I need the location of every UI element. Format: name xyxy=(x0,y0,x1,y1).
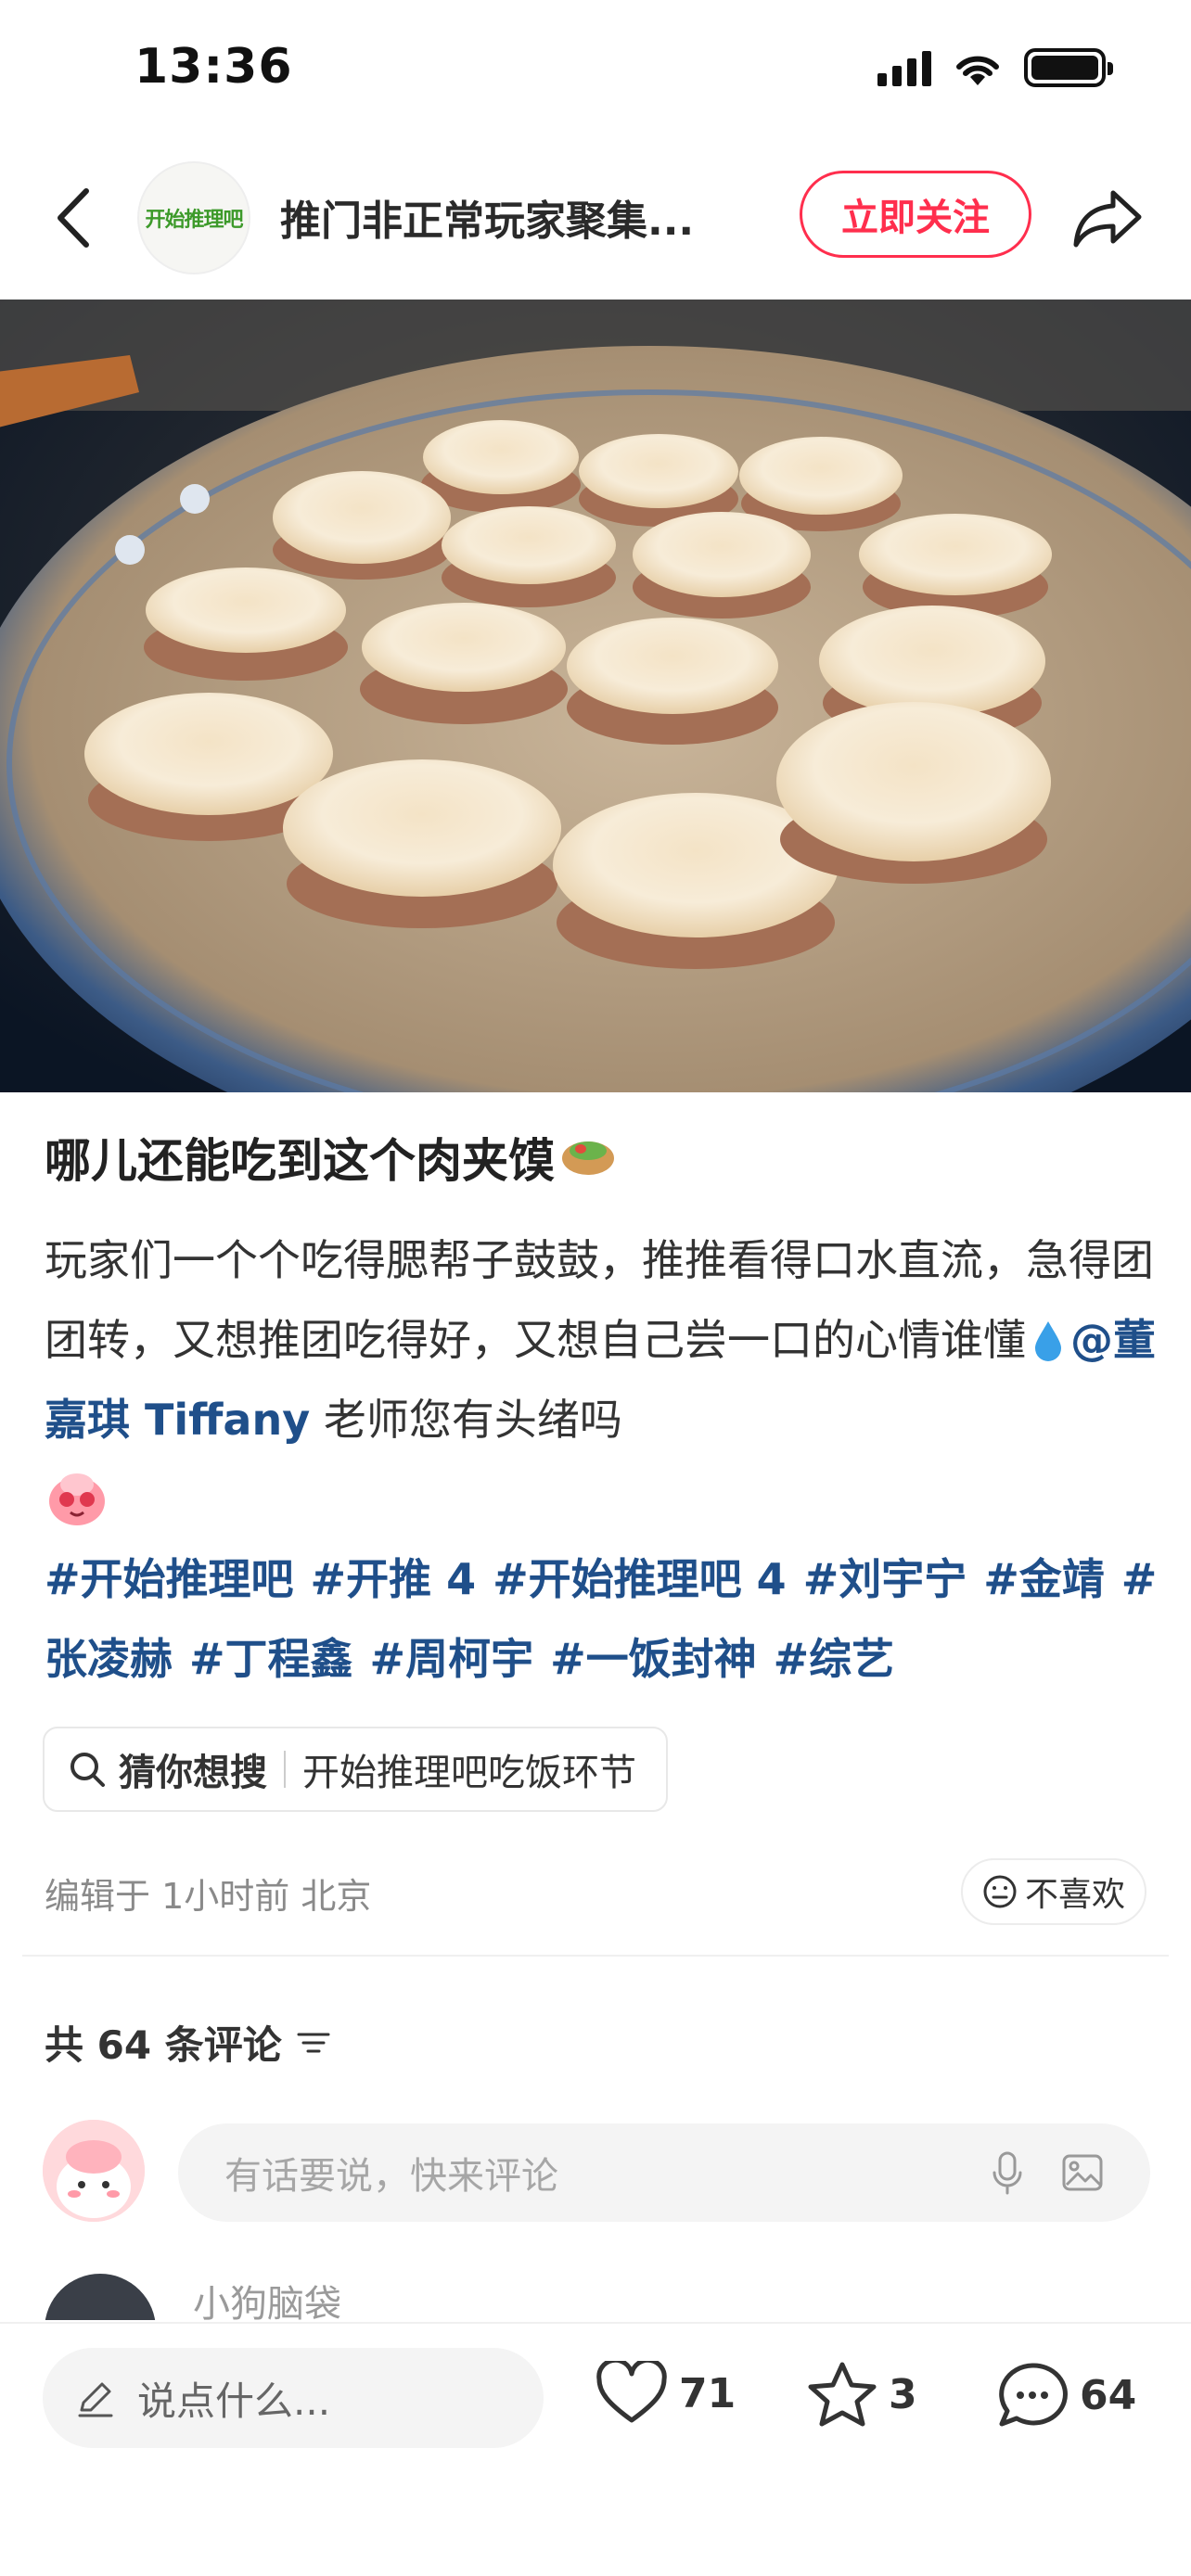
collect-button[interactable]: 3 xyxy=(807,2361,917,2428)
hashtag[interactable]: #刘宇宁 xyxy=(803,1554,967,1604)
post-title-text: 哪儿还能吃到这个肉夹馍 xyxy=(45,1134,555,1188)
channel-logo-text: 开始推理吧 xyxy=(145,209,243,232)
search-suggestion-label: 猜你想搜 xyxy=(119,1752,267,1794)
collect-count: 3 xyxy=(889,2370,917,2418)
search-suggestion-chip[interactable]: 猜你想搜 开始推理吧吃饭环节 xyxy=(43,1727,668,1812)
hashtag[interactable]: #金靖 xyxy=(983,1554,1105,1604)
like-count: 71 xyxy=(679,2369,736,2417)
cartoon-avatar-icon xyxy=(43,2120,145,2222)
food-photo xyxy=(0,300,1191,1092)
post-image[interactable] xyxy=(0,300,1191,1092)
hashtag[interactable]: #一饭封神 xyxy=(550,1634,757,1684)
post-body-tail: 老师您有头绪吗 xyxy=(310,1395,622,1445)
pencil-icon xyxy=(78,2382,113,2417)
follow-button[interactable]: 立即关注 xyxy=(800,171,1031,258)
drooling-face-icon xyxy=(45,1473,109,1525)
post-body-text: 玩家们一个个吃得腮帮子鼓鼓，推推看得口水直流，急得团团转，又想推团吃得好，又想自… xyxy=(45,1235,1154,1365)
image-icon[interactable] xyxy=(1061,2153,1104,2192)
hashtag[interactable]: #周柯宇 xyxy=(370,1634,534,1684)
search-icon xyxy=(70,1753,105,1787)
hashtag-list: #开始推理吧 #开推 4 #开始推理吧 4 #刘宇宁 #金靖 #张凌赫 #丁程鑫 #周柯宇 #一… xyxy=(45,1539,1158,1699)
chevron-left-icon xyxy=(58,188,89,248)
microphone-icon[interactable] xyxy=(991,2150,1024,2195)
comment-input-placeholder: 有话要说，快来评论 xyxy=(224,2155,558,2198)
comment-input[interactable]: 有话要说，快来评论 xyxy=(178,2123,1150,2222)
comments-count-label: 共 64 条评论 xyxy=(45,2022,282,2068)
post-body: 玩家们一个个吃得腮帮子鼓鼓，推推看得口水直流，急得团团转，又想推团吃得好，又想自… xyxy=(45,1220,1158,1539)
bottom-action-bar: 说点什么... 71 3 64 xyxy=(0,2322,1191,2576)
share-button[interactable] xyxy=(1067,176,1150,260)
share-icon xyxy=(1073,190,1142,248)
search-suggestion-query: 开始推理吧吃饭环节 xyxy=(302,1752,636,1794)
status-icons xyxy=(877,48,1113,87)
cellular-signal-icon xyxy=(877,49,931,86)
comments-count[interactable]: 共 64 条评论 xyxy=(45,2014,332,2071)
back-button[interactable] xyxy=(41,176,106,260)
say-something-placeholder: 说点什么... xyxy=(137,2378,331,2424)
comment-button[interactable]: 64 xyxy=(996,2361,1136,2429)
battery-icon xyxy=(1024,48,1113,87)
post-edit-info: 编辑于 1小时前 北京 xyxy=(45,1876,372,1917)
commenter-name[interactable]: 小狗脑袋 xyxy=(193,2274,341,2320)
hashtag[interactable]: #丁程鑫 xyxy=(189,1634,353,1684)
status-time: 13:36 xyxy=(134,39,293,95)
post-header: 开始推理吧 推门非正常玩家聚集... 立即关注 xyxy=(0,148,1191,287)
meh-face-icon xyxy=(983,1875,1017,1908)
dislike-label: 不喜欢 xyxy=(1024,1876,1125,1914)
comment-bubble-icon xyxy=(999,2363,1068,2427)
wifi-icon xyxy=(956,56,999,85)
burrito-icon xyxy=(560,1134,616,1188)
channel-name[interactable]: 推门非正常玩家聚集... xyxy=(280,187,762,247)
status-bar: 13:36 xyxy=(0,0,1191,139)
hashtag[interactable]: #开始推理吧 4 xyxy=(493,1554,787,1604)
droplet-icon xyxy=(1026,1315,1070,1365)
divider xyxy=(22,1955,1169,1957)
hashtag[interactable]: #开始推理吧 xyxy=(45,1554,294,1604)
hashtag[interactable]: #开推 4 xyxy=(311,1554,477,1604)
dislike-button[interactable]: 不喜欢 xyxy=(961,1858,1146,1925)
channel-avatar[interactable]: 开始推理吧 xyxy=(137,161,250,274)
sort-icon xyxy=(297,2033,330,2052)
like-button[interactable]: 71 xyxy=(596,2361,736,2426)
star-icon xyxy=(808,2362,877,2427)
my-avatar[interactable] xyxy=(43,2120,145,2222)
heart-icon xyxy=(596,2361,667,2423)
hashtag[interactable]: #综艺 xyxy=(774,1634,895,1684)
chip-divider xyxy=(284,1751,286,1788)
post-title: 哪儿还能吃到这个肉夹馍 xyxy=(45,1124,616,1191)
commenter-avatar[interactable] xyxy=(45,2274,156,2320)
say-something-input[interactable]: 说点什么... xyxy=(43,2348,544,2448)
comment-count: 64 xyxy=(1080,2371,1137,2419)
comment-preview[interactable]: 小狗脑袋 xyxy=(45,2274,1148,2320)
